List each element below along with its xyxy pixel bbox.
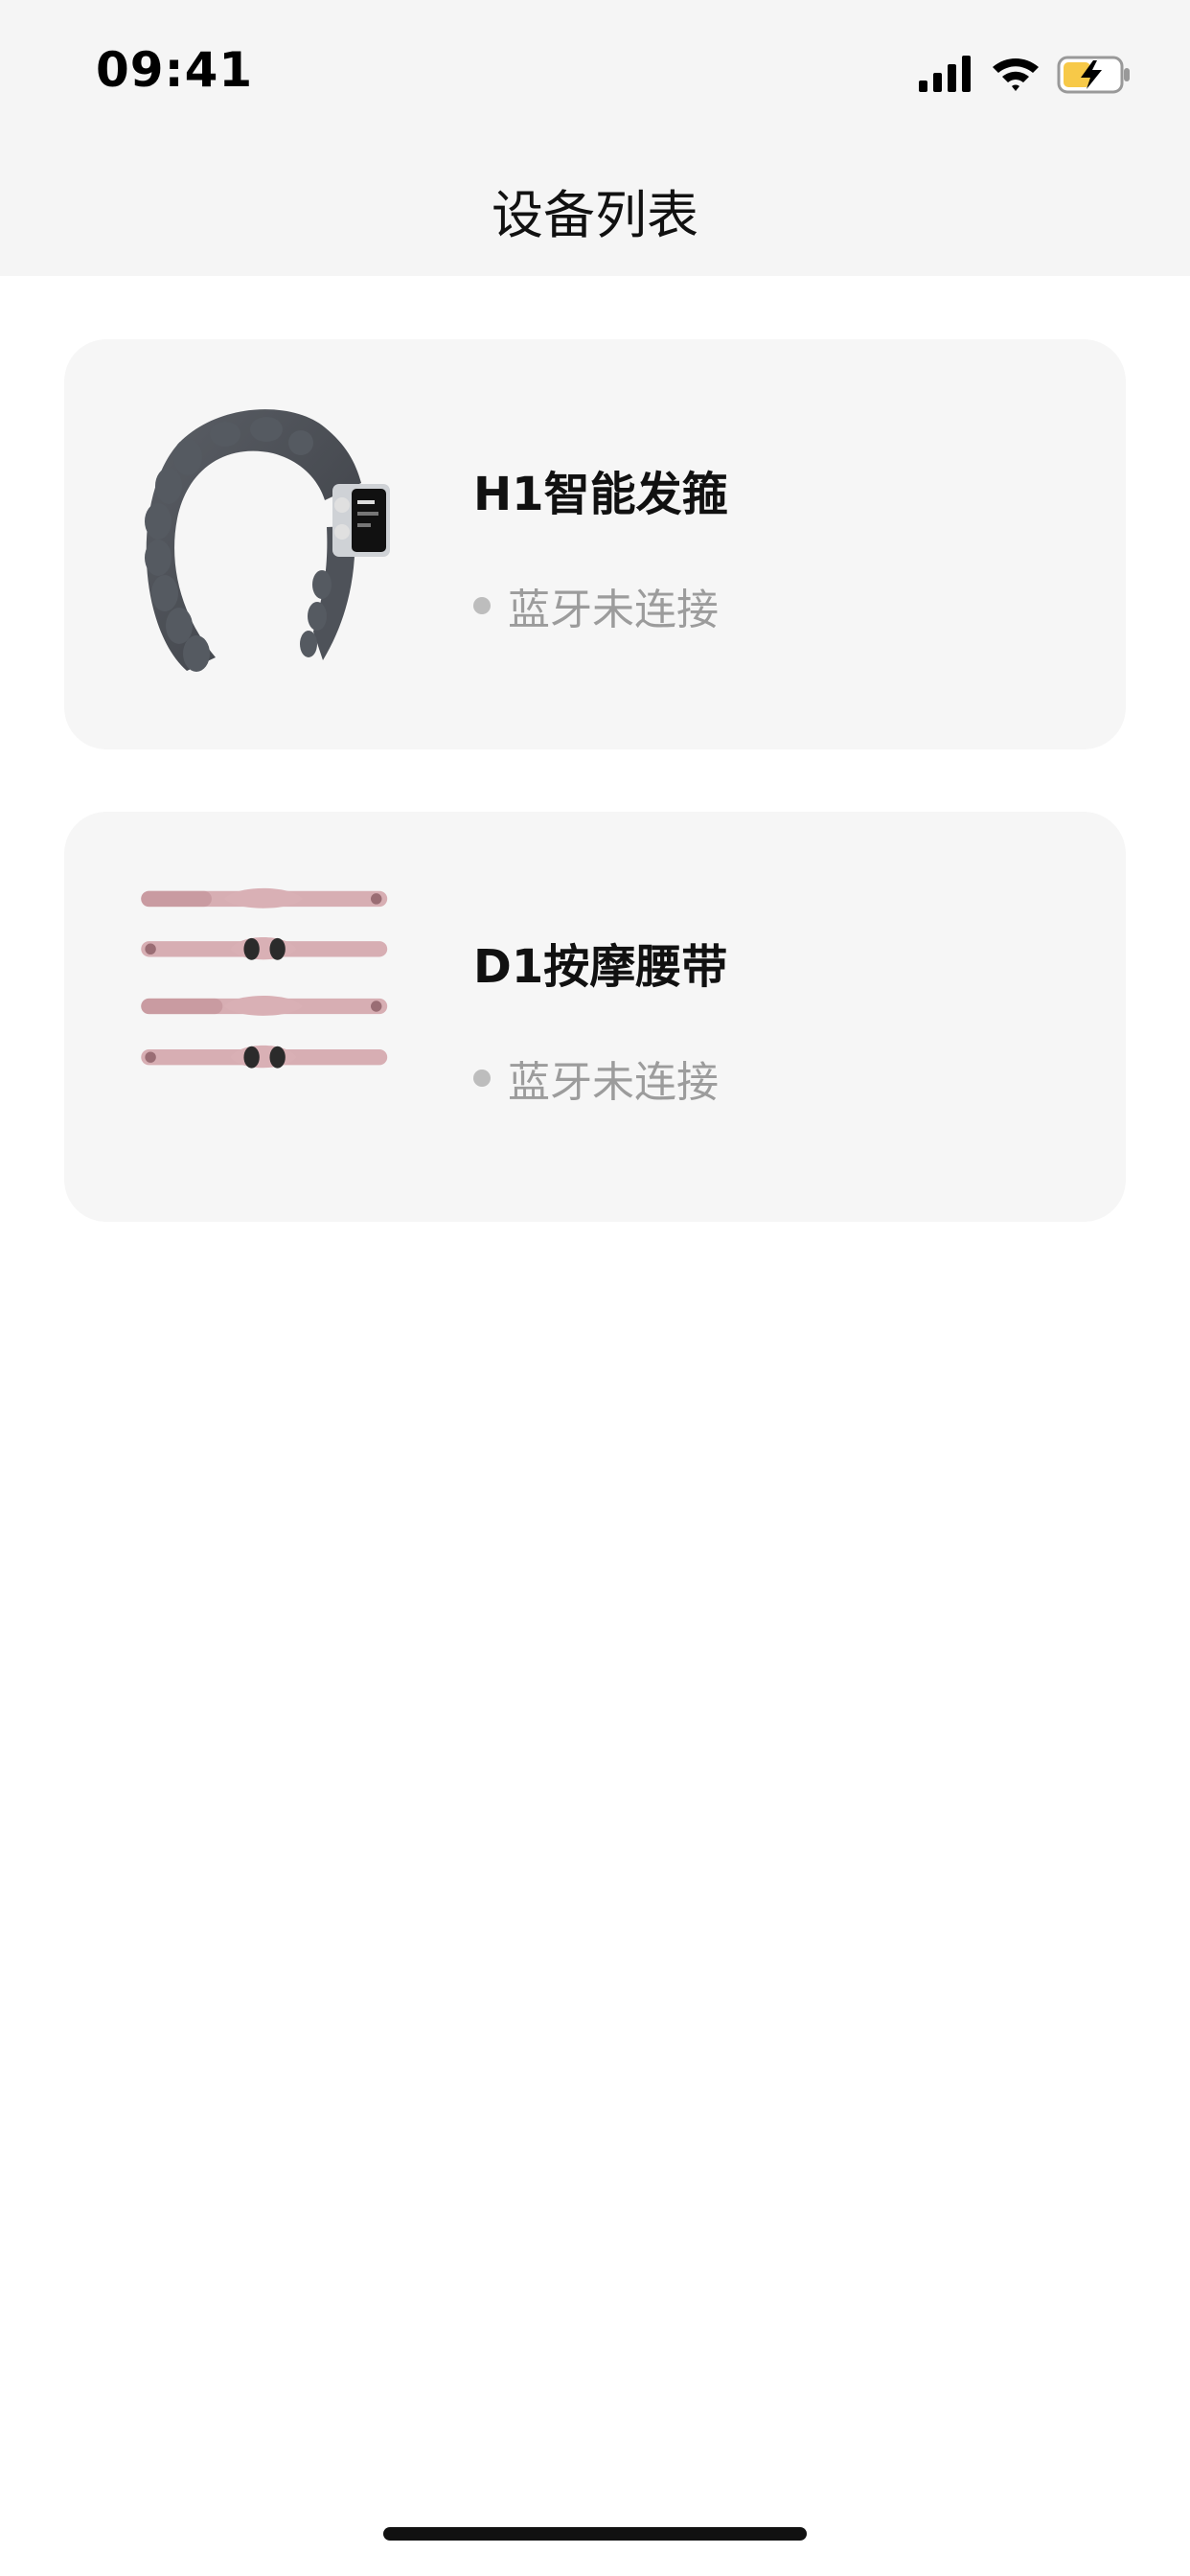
device-card-d1[interactable]: D1按摩腰带 蓝牙未连接 bbox=[64, 812, 1126, 1222]
status-time: 09:41 bbox=[96, 42, 254, 98]
device-name-h1: H1智能发箍 bbox=[473, 468, 728, 521]
bluetooth-status-text: 蓝牙未连接 bbox=[508, 586, 719, 634]
status-bar: 09:41 bbox=[0, 0, 1190, 144]
wifi-icon bbox=[993, 58, 1039, 91]
header-area: 09:41 设备列表 bbox=[0, 0, 1190, 276]
headband-device-image bbox=[145, 409, 390, 672]
bluetooth-status-text: 蓝牙未连接 bbox=[508, 1058, 719, 1107]
device-status-d1: 蓝牙未连接 bbox=[473, 1047, 719, 1109]
device-status-h1: 蓝牙未连接 bbox=[473, 575, 719, 636]
battery-charging-icon bbox=[1057, 56, 1130, 94]
cellular-signal-icon bbox=[919, 56, 971, 92]
massage-belt-image bbox=[141, 887, 388, 1069]
device-card-h1[interactable]: H1智能发箍 蓝牙未连接 bbox=[64, 339, 1126, 749]
page-title: 设备列表 bbox=[492, 185, 698, 245]
home-indicator[interactable] bbox=[383, 2527, 807, 2541]
device-name-d1: D1按摩腰带 bbox=[473, 940, 728, 994]
status-dot bbox=[473, 597, 491, 614]
status-dot bbox=[473, 1070, 491, 1087]
